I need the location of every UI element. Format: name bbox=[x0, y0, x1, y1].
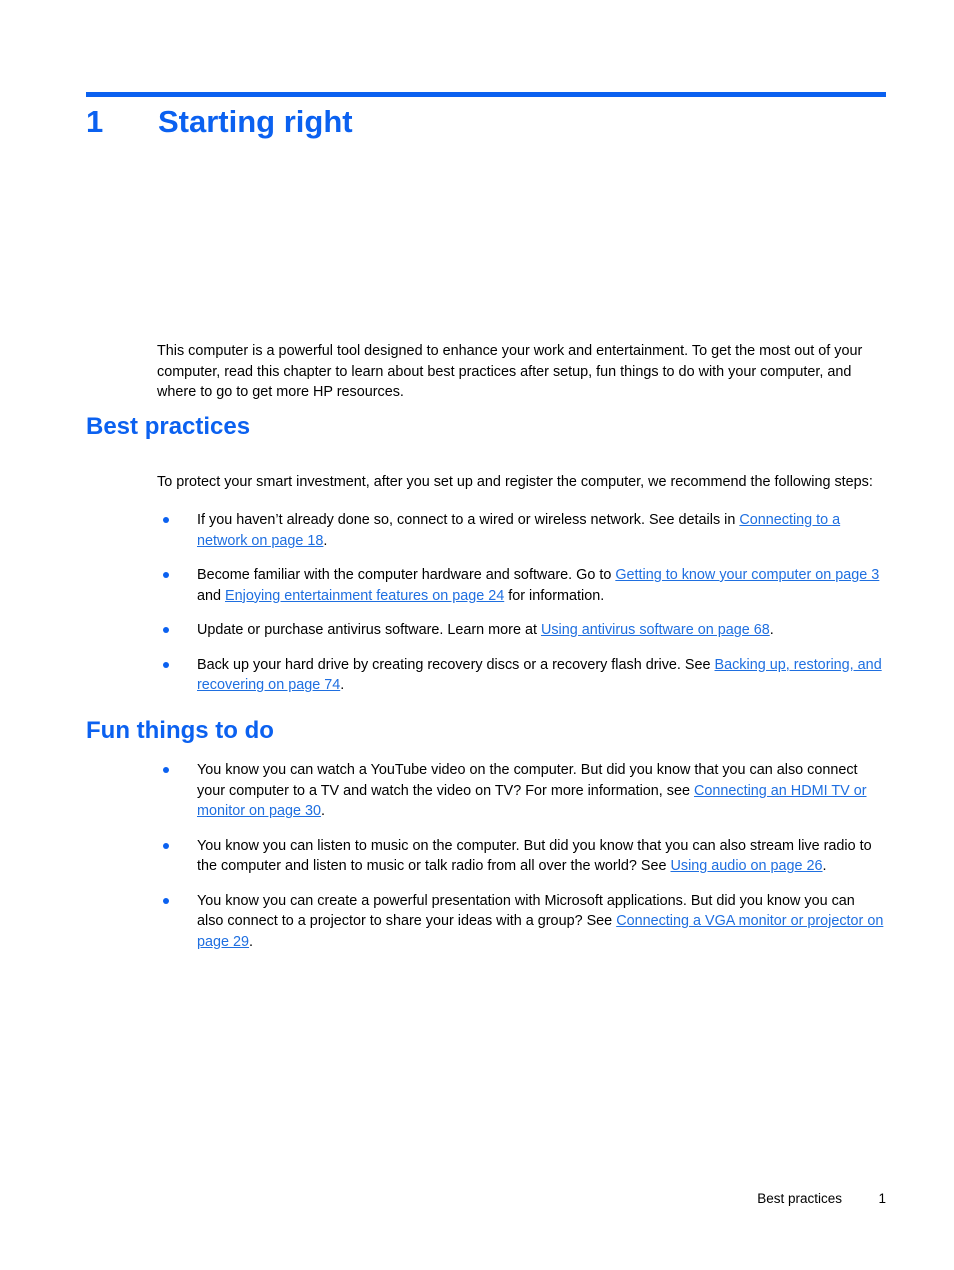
footer-page-number: 1 bbox=[878, 1191, 886, 1206]
text-run: . bbox=[323, 532, 328, 549]
text-run: Become familiar with the computer hardwa… bbox=[197, 567, 616, 583]
chapter-number: 1 bbox=[86, 104, 104, 139]
chapter-title: Starting right bbox=[158, 104, 353, 139]
list-item: If you haven’t already done so, connect … bbox=[157, 510, 884, 551]
footer-section-label: Best practices bbox=[757, 1191, 842, 1206]
text-run: for information. bbox=[504, 587, 605, 604]
bullet-dot-icon bbox=[163, 767, 169, 773]
text-run: . bbox=[822, 858, 827, 874]
bullet-dot-icon bbox=[163, 897, 169, 904]
list-item: You know you can create a powerful prese… bbox=[157, 891, 884, 953]
text-run: If you haven’t already done so, connect … bbox=[197, 512, 740, 528]
list-item: You know you can listen to music on the … bbox=[157, 836, 884, 877]
bullet-dot-icon bbox=[163, 572, 169, 578]
text-run: . bbox=[769, 622, 774, 638]
document-page: 1 Starting right This computer is a powe… bbox=[0, 0, 954, 1270]
text-run: Update or purchase antivirus software. L… bbox=[197, 622, 541, 638]
text-run: and bbox=[197, 587, 226, 604]
intro-paragraph: This computer is a powerful tool designe… bbox=[157, 343, 863, 401]
text-run: Back up your hard drive by creating reco… bbox=[197, 656, 715, 673]
text-run: . bbox=[340, 677, 345, 693]
chapter-rule-divider bbox=[86, 92, 886, 97]
cross-reference-link[interactable]: Using antivirus software on page 68 bbox=[541, 622, 770, 638]
section-heading-best-practices: Best practices bbox=[86, 413, 251, 440]
cross-reference-link[interactable]: Using audio on page 26 bbox=[671, 858, 823, 874]
best-practices-bullet-list: If you haven’t already done so, connect … bbox=[157, 510, 884, 696]
fun-things-bullet-list: You know you can watch a YouTube video o… bbox=[157, 760, 884, 952]
list-item: You know you can watch a YouTube video o… bbox=[157, 760, 884, 822]
best-practices-lead-paragraph: To protect your smart investment, after … bbox=[157, 474, 873, 491]
bullet-dot-icon bbox=[163, 661, 169, 668]
bullet-dot-icon bbox=[163, 842, 169, 849]
section-heading-fun-things-to-do: Fun things to do bbox=[86, 717, 274, 744]
cross-reference-link[interactable]: Enjoying entertainment features on page … bbox=[225, 588, 504, 604]
list-item: Back up your hard drive by creating reco… bbox=[157, 655, 884, 696]
text-run: . bbox=[321, 803, 326, 819]
chapter-heading: 1 Starting right bbox=[86, 104, 886, 140]
bullet-dot-icon bbox=[163, 517, 169, 523]
bullet-dot-icon bbox=[163, 627, 169, 633]
list-item: Update or purchase antivirus software. L… bbox=[157, 620, 884, 641]
page-footer: Best practices 1 bbox=[86, 1191, 886, 1206]
text-run: . bbox=[249, 933, 254, 950]
cross-reference-link[interactable]: Getting to know your computer on page 3 bbox=[615, 567, 879, 583]
list-item: Become familiar with the computer hardwa… bbox=[157, 565, 884, 606]
